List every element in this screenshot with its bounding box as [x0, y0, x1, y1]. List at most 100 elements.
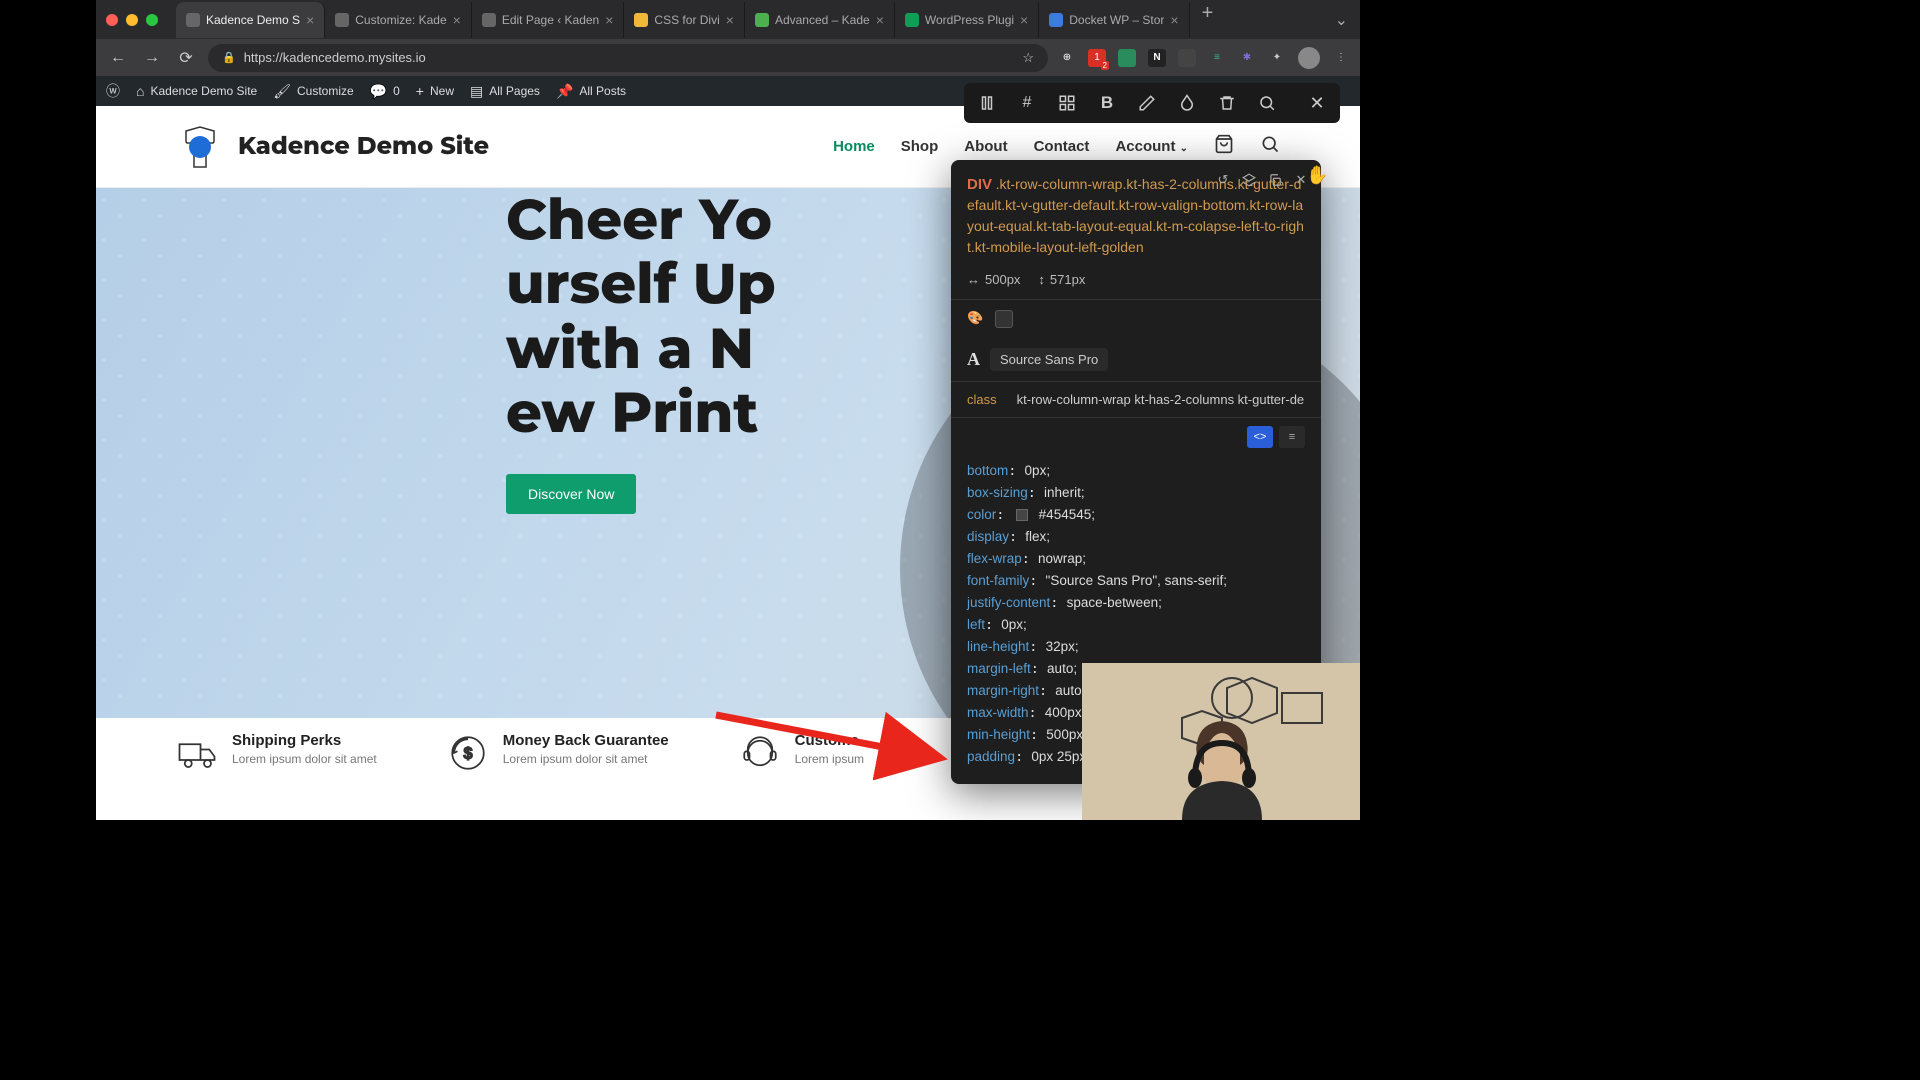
wp-site-link[interactable]: ⌂Kadence Demo Site	[136, 83, 257, 99]
favicon	[186, 13, 200, 27]
wp-all-posts-label: All Posts	[579, 84, 626, 98]
nav-contact[interactable]: Contact	[1034, 138, 1090, 155]
extensions-menu-icon[interactable]: ✦	[1268, 49, 1286, 67]
tab-title: Edit Page ‹ Kaden	[502, 13, 599, 27]
nav-shop[interactable]: Shop	[901, 138, 939, 155]
pen-icon[interactable]	[1136, 92, 1158, 114]
nav-account[interactable]: Account ⌄	[1115, 138, 1188, 155]
url-input[interactable]: 🔒 https://kadencedemo.mysites.io ☆	[208, 44, 1048, 72]
extension-icon[interactable]: ⊕	[1058, 49, 1076, 67]
feature-item: Shipping PerksLorem ipsum dolor sit amet	[176, 732, 377, 774]
close-tab-icon[interactable]: ×	[1020, 12, 1028, 28]
close-tab-icon[interactable]: ×	[605, 12, 613, 28]
wp-logo[interactable]: ⓦ	[106, 81, 120, 101]
css-property-line[interactable]: justify-content: space-between;	[967, 592, 1305, 614]
feature-item: $ Money Back GuaranteeLorem ipsum dolor …	[447, 732, 669, 774]
wp-customize-link[interactable]: 🖌Customize	[273, 83, 353, 100]
css-property-line[interactable]: font-family: "Source Sans Pro", sans-ser…	[967, 570, 1305, 592]
grid-icon[interactable]: #	[1016, 92, 1038, 114]
feature-subtitle: Lorem ipsum dolor sit amet	[232, 752, 377, 766]
close-tab-icon[interactable]: ×	[726, 12, 734, 28]
hero-cta-button[interactable]: Discover Now	[506, 474, 636, 514]
extension-icon[interactable]: ≡	[1208, 49, 1226, 67]
bookmark-star-icon[interactable]: ☆	[1022, 50, 1034, 66]
profile-avatar[interactable]	[1298, 47, 1320, 69]
close-icon[interactable]: ✕	[1306, 92, 1328, 114]
droplet-icon[interactable]	[1176, 92, 1198, 114]
wp-comments-count: 0	[393, 84, 400, 98]
minimize-window-button[interactable]	[126, 14, 138, 26]
browser-tab[interactable]: Kadence Demo S×	[176, 2, 325, 38]
code-view-button[interactable]: <>	[1247, 426, 1273, 448]
back-button[interactable]: ←	[106, 49, 130, 67]
extension-icon[interactable]: 12	[1088, 49, 1106, 67]
close-window-button[interactable]	[106, 14, 118, 26]
nav-about[interactable]: About	[964, 138, 1007, 155]
close-tab-icon[interactable]: ×	[1170, 12, 1178, 28]
wp-new-link[interactable]: +New	[416, 83, 454, 99]
feature-title: Money Back Guarantee	[503, 732, 669, 749]
extension-icon[interactable]	[1178, 49, 1196, 67]
trash-icon[interactable]	[1216, 92, 1238, 114]
favicon	[482, 13, 496, 27]
browser-menu-icon[interactable]: ⋮	[1332, 49, 1350, 67]
wp-site-name: Kadence Demo Site	[150, 84, 257, 98]
bold-icon[interactable]: B	[1096, 92, 1118, 114]
search-icon[interactable]	[1260, 134, 1280, 159]
copy-icon[interactable]	[1241, 172, 1257, 188]
list-view-button[interactable]: ≡	[1279, 426, 1305, 448]
css-property-line[interactable]: left: 0px;	[967, 614, 1305, 636]
css-property-line[interactable]: flex-wrap: nowrap;	[967, 548, 1305, 570]
browser-tab[interactable]: WordPress Plugi×	[895, 2, 1039, 38]
nav-home[interactable]: Home	[833, 138, 875, 155]
browser-tab[interactable]: Advanced – Kade×	[745, 2, 895, 38]
wp-customize-label: Customize	[297, 84, 354, 98]
undo-icon[interactable]: ↺	[1215, 172, 1231, 188]
close-tab-icon[interactable]: ×	[876, 12, 884, 28]
browser-tab-strip: Kadence Demo S× Customize: Kade× Edit Pa…	[96, 0, 1360, 39]
search-icon[interactable]	[1256, 92, 1278, 114]
nav-account-label: Account	[1115, 138, 1175, 155]
forward-button[interactable]: →	[140, 49, 164, 67]
font-icon: A	[967, 349, 980, 370]
css-property-line[interactable]: display: flex;	[967, 526, 1305, 548]
font-family-badge[interactable]: Source Sans Pro	[990, 348, 1108, 371]
class-attribute-value[interactable]: kt-row-column-wrap kt-has-2-columns kt-g…	[1017, 392, 1305, 407]
browser-tab[interactable]: CSS for Divi×	[624, 2, 745, 38]
close-panel-icon[interactable]: ✕	[1293, 172, 1309, 188]
css-property-line[interactable]: line-height: 32px;	[967, 636, 1305, 658]
height-icon: ↕	[1038, 272, 1045, 287]
browser-tab[interactable]: Docket WP – Stor×	[1039, 2, 1189, 38]
wp-all-posts-link[interactable]: 📌All Posts	[556, 83, 626, 100]
extension-icon[interactable]	[1118, 49, 1136, 67]
wp-comments-link[interactable]: 💬0	[370, 83, 400, 100]
css-property-line[interactable]: color: #454545;	[967, 504, 1305, 526]
color-swatch[interactable]	[995, 310, 1013, 328]
feature-item: CustomeLorem ipsum	[739, 732, 864, 774]
feature-subtitle: Lorem ipsum	[795, 752, 864, 766]
extension-icon[interactable]: ✱	[1238, 49, 1256, 67]
palette-icon[interactable]: 🎨	[967, 310, 985, 328]
close-tab-icon[interactable]: ×	[306, 12, 314, 28]
layout-grid-icon[interactable]	[1056, 92, 1078, 114]
pause-icon[interactable]	[976, 92, 998, 114]
class-attribute-label: class	[967, 392, 997, 407]
browser-tab[interactable]: Edit Page ‹ Kaden ×	[472, 2, 625, 38]
new-tab-button[interactable]: +	[1190, 2, 1226, 38]
copy-selector-icon[interactable]	[1267, 172, 1283, 188]
favicon	[905, 13, 919, 27]
close-tab-icon[interactable]: ×	[453, 12, 461, 28]
browser-menu-icon[interactable]: ⌄	[1323, 10, 1360, 30]
reload-button[interactable]: ⟳	[174, 48, 198, 68]
wp-all-pages-link[interactable]: ▤All Pages	[470, 83, 540, 100]
site-logo[interactable]: Kadence Demo Site	[176, 123, 489, 171]
browser-tab[interactable]: Customize: Kade×	[325, 2, 472, 38]
extension-icon[interactable]: N	[1148, 49, 1166, 67]
address-bar: ← → ⟳ 🔒 https://kadencedemo.mysites.io ☆…	[96, 39, 1360, 76]
maximize-window-button[interactable]	[146, 14, 158, 26]
chevron-down-icon: ⌄	[1180, 143, 1188, 154]
css-property-line[interactable]: bottom: 0px;	[967, 460, 1305, 482]
css-property-line[interactable]: box-sizing: inherit;	[967, 482, 1305, 504]
cart-icon[interactable]	[1214, 134, 1234, 159]
feature-subtitle: Lorem ipsum dolor sit amet	[503, 752, 669, 766]
